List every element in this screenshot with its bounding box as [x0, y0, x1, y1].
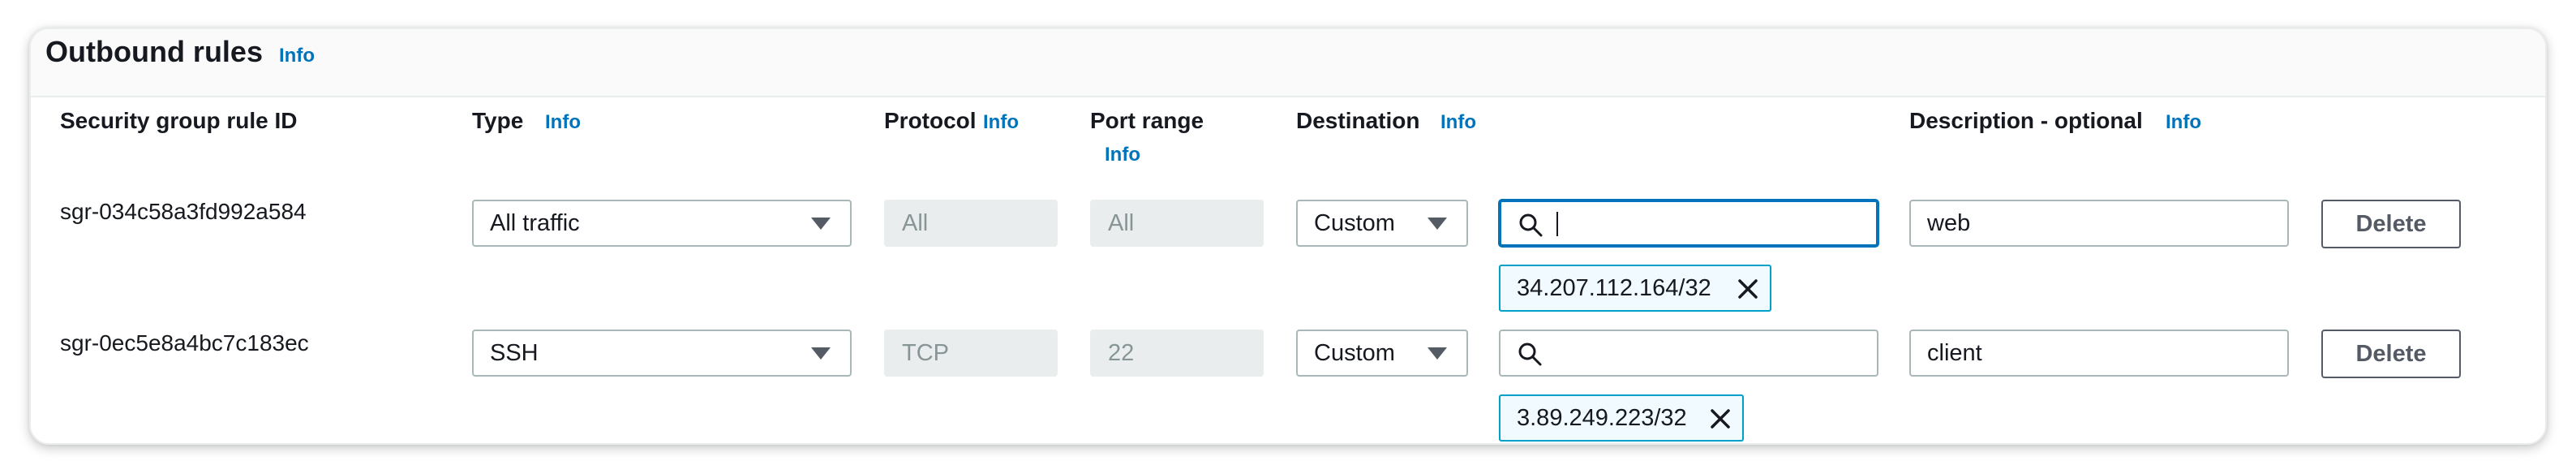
close-icon[interactable] [1736, 277, 1760, 301]
column-header-destination: Destination [1296, 108, 1420, 133]
delete-button-1[interactable]: Delete [2321, 200, 2461, 248]
description-input-1[interactable]: web [1909, 200, 2289, 247]
column-header-protocol: Protocol [884, 108, 977, 133]
destination-search-input-1[interactable] [1499, 200, 1878, 247]
type-select-value: All traffic [490, 210, 580, 236]
caret-down-icon [1428, 347, 1447, 360]
panel-header: Outbound rules Info [31, 29, 2545, 97]
destination-type-value: Custom [1314, 210, 1395, 236]
port-range-field-1: All [1090, 200, 1264, 247]
destination-token-2: 3.89.249.223/32 [1499, 394, 1744, 442]
delete-button-2[interactable]: Delete [2321, 330, 2461, 378]
outbound-rules-panel: Outbound rules Info Security group rule … [29, 28, 2547, 445]
description-input-2[interactable]: client [1909, 330, 2289, 377]
rule-id-1: sgr-034c58a3fd992a584 [60, 199, 307, 224]
protocol-field-2: TCP [884, 330, 1058, 377]
destination-type-select-2[interactable]: Custom [1296, 330, 1468, 377]
column-header-rule-id: Security group rule ID [60, 108, 298, 133]
protocol-info-link[interactable]: Info [983, 110, 1019, 135]
search-icon [1518, 343, 1542, 366]
caret-down-icon [811, 347, 831, 360]
type-select-value: SSH [490, 340, 539, 366]
type-select-2[interactable]: SSH [472, 330, 852, 377]
search-icon [1519, 213, 1543, 237]
section-title: Outbound rules [45, 35, 263, 68]
destination-search-input-2[interactable] [1499, 330, 1878, 377]
destination-token-1: 34.207.112.164/32 [1499, 265, 1771, 312]
type-select-1[interactable]: All traffic [472, 200, 852, 247]
port-range-info-link[interactable]: Info [1105, 143, 1140, 167]
destination-type-select-1[interactable]: Custom [1296, 200, 1468, 247]
port-range-field-2: 22 [1090, 330, 1264, 377]
column-header-type: Type [472, 108, 524, 133]
caret-down-icon [1428, 218, 1447, 230]
caret-down-icon [811, 218, 831, 230]
destination-token-label: 34.207.112.164/32 [1517, 275, 1711, 301]
protocol-field-1: All [884, 200, 1058, 247]
destination-token-label: 3.89.249.223/32 [1517, 405, 1687, 431]
close-icon[interactable] [1708, 407, 1732, 431]
column-header-port-range: Port range [1090, 108, 1204, 133]
text-cursor [1556, 212, 1558, 236]
destination-info-link[interactable]: Info [1440, 110, 1476, 135]
type-info-link[interactable]: Info [545, 110, 581, 135]
rule-id-2: sgr-0ec5e8a4bc7c183ec [60, 330, 309, 356]
section-info-link[interactable]: Info [279, 44, 315, 68]
description-info-link[interactable]: Info [2166, 110, 2201, 135]
column-header-description: Description - optional [1909, 108, 2143, 133]
destination-type-value: Custom [1314, 340, 1395, 366]
